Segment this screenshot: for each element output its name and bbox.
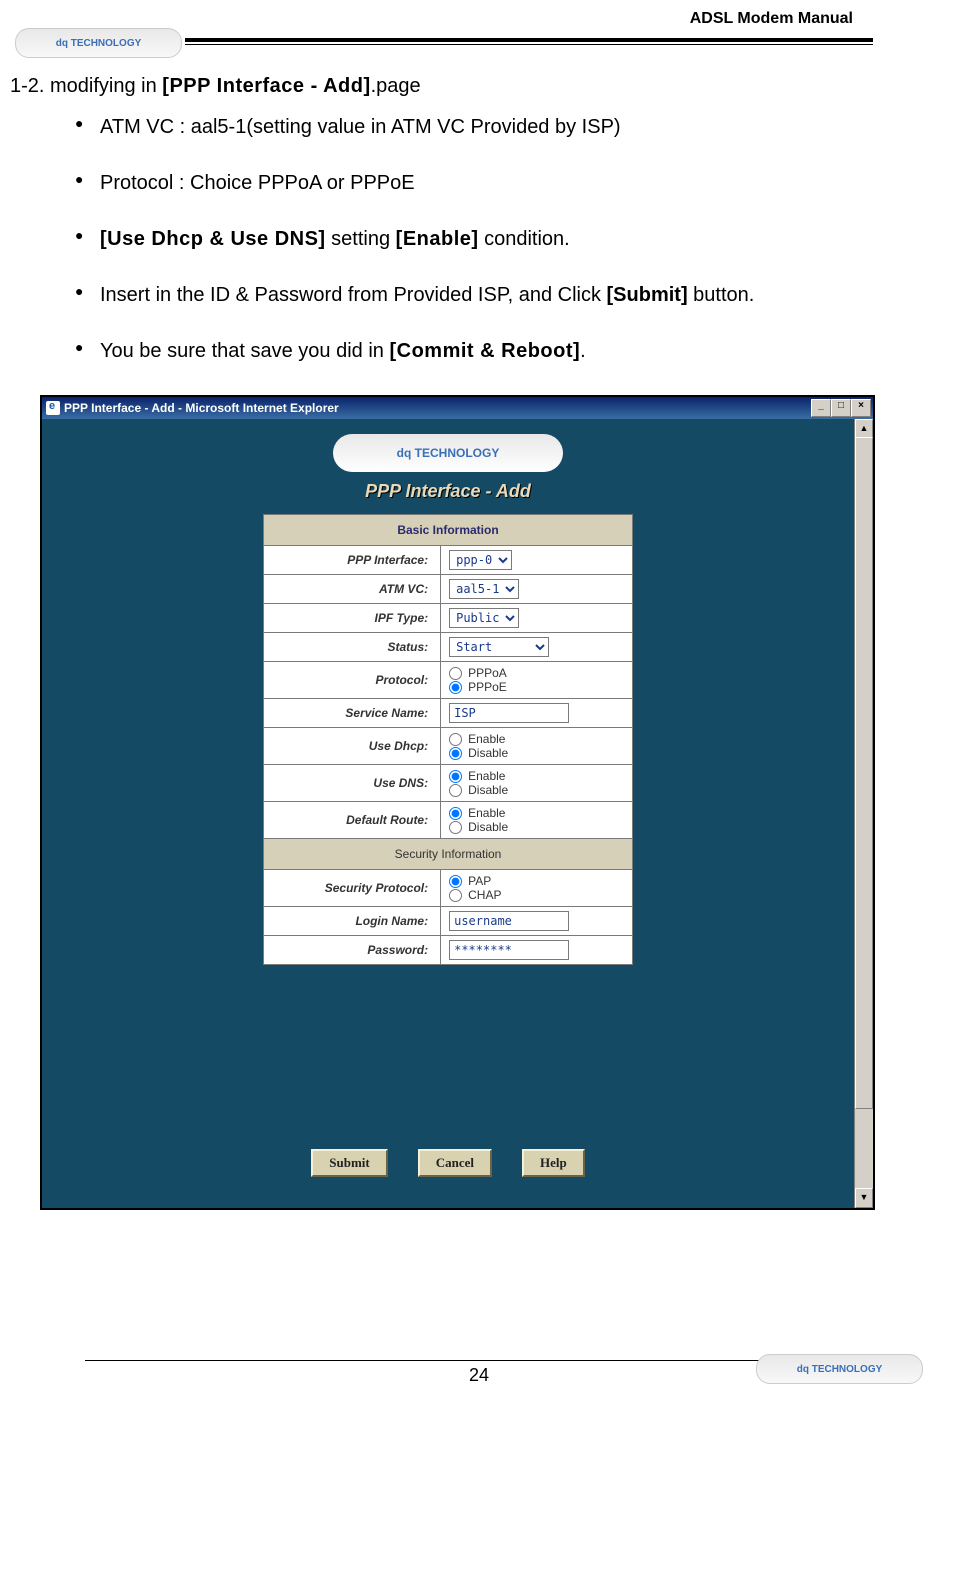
- login-name-input[interactable]: [449, 911, 569, 931]
- status-select[interactable]: Start: [449, 637, 549, 657]
- submit-button[interactable]: Submit: [311, 1149, 387, 1177]
- radio-label: Disable: [468, 820, 508, 834]
- embedded-screenshot: PPP Interface - Add - Microsoft Internet…: [40, 395, 875, 1210]
- default-route-enable-radio[interactable]: [449, 807, 462, 820]
- brand-logo-page: dq TECHNOLOGY: [333, 434, 563, 472]
- list-item: Insert in the ID & Password from Provide…: [75, 276, 853, 314]
- label-status: Status:: [264, 633, 441, 662]
- sec-chap-radio[interactable]: [449, 889, 462, 902]
- protocol-pppoa-radio[interactable]: [449, 667, 462, 680]
- step-bold: [PPP Interface - Add]: [162, 75, 370, 97]
- use-dhcp-enable-radio[interactable]: [449, 733, 462, 746]
- bullet-bold: [Use Dhcp & Use DNS]: [100, 228, 326, 250]
- form-page-title: PPP Interface - Add: [42, 481, 854, 502]
- cancel-button[interactable]: Cancel: [418, 1149, 492, 1177]
- protocol-pppoe-radio[interactable]: [449, 681, 462, 694]
- service-name-input[interactable]: [449, 703, 569, 723]
- vertical-scrollbar[interactable]: ▲ ▼: [854, 419, 873, 1208]
- scroll-up-icon[interactable]: ▲: [855, 419, 873, 439]
- label-password: Password:: [264, 936, 441, 965]
- use-dhcp-disable-radio[interactable]: [449, 747, 462, 760]
- maximize-button[interactable]: □: [831, 399, 851, 417]
- radio-label: Enable: [468, 769, 505, 783]
- scroll-thumb[interactable]: [855, 437, 873, 1109]
- page-footer: 24: [85, 1360, 873, 1386]
- label-use-dns: Use DNS:: [264, 765, 441, 802]
- ie-icon: [46, 401, 60, 415]
- atm-vc-select[interactable]: aal5-1: [449, 579, 519, 599]
- bullet-text: button.: [693, 284, 754, 306]
- radio-label: Disable: [468, 746, 508, 760]
- window-titlebar: PPP Interface - Add - Microsoft Internet…: [42, 397, 873, 419]
- brand-logo-top: dq TECHNOLOGY: [15, 28, 182, 58]
- radio-label: PPPoE: [468, 680, 507, 694]
- config-form-table: Basic Information PPP Interface: ppp-0 A…: [263, 514, 633, 965]
- label-ppp-interface: PPP Interface:: [264, 546, 441, 575]
- bullet-list: ATM VC : aal5-1(setting value in ATM VC …: [10, 108, 853, 370]
- minimize-button[interactable]: _: [811, 399, 831, 417]
- brand-logo-bottom: dq TECHNOLOGY: [756, 1354, 923, 1384]
- bullet-text: .: [580, 340, 586, 362]
- radio-label: CHAP: [468, 888, 501, 902]
- manual-title: ADSL Modem Manual: [5, 10, 873, 28]
- header-rule: [185, 38, 873, 45]
- bullet-bold: [Submit]: [607, 284, 688, 306]
- help-button[interactable]: Help: [522, 1149, 585, 1177]
- label-login-name: Login Name:: [264, 907, 441, 936]
- label-security-protocol: Security Protocol:: [264, 870, 441, 907]
- radio-label: Disable: [468, 783, 508, 797]
- radio-label: PAP: [468, 874, 491, 888]
- form-button-row: Submit Cancel Help: [42, 1149, 854, 1177]
- radio-label: Enable: [468, 732, 505, 746]
- default-route-disable-radio[interactable]: [449, 821, 462, 834]
- window-controls: _ □ ×: [811, 399, 871, 417]
- bullet-bold: [Commit & Reboot]: [389, 340, 580, 362]
- sec-pap-radio[interactable]: [449, 875, 462, 888]
- list-item: [Use Dhcp & Use DNS] setting [Enable] co…: [75, 220, 853, 258]
- password-input[interactable]: [449, 940, 569, 960]
- list-item: ATM VC : aal5-1(setting value in ATM VC …: [75, 108, 853, 146]
- bullet-text: Protocol : Choice PPPoA or PPPoE: [100, 172, 415, 194]
- window-title: PPP Interface - Add - Microsoft Internet…: [64, 401, 339, 415]
- section-basic-info: Basic Information: [264, 515, 633, 546]
- page-number: 24: [469, 1365, 489, 1385]
- step-suffix: .page: [371, 75, 421, 97]
- document-body: 1-2. modifying in [PPP Interface - Add].…: [5, 75, 873, 1210]
- use-dns-disable-radio[interactable]: [449, 784, 462, 797]
- label-atm-vc: ATM VC:: [264, 575, 441, 604]
- ipf-type-select[interactable]: Public: [449, 608, 519, 628]
- bullet-bold: [Enable]: [396, 228, 479, 250]
- label-protocol: Protocol:: [264, 662, 441, 699]
- use-dns-enable-radio[interactable]: [449, 770, 462, 783]
- radio-label: PPPoA: [468, 666, 507, 680]
- bullet-text: setting: [326, 228, 396, 250]
- step-prefix: 1-2. modifying in: [10, 75, 162, 97]
- list-item: You be sure that save you did in [Commit…: [75, 332, 853, 370]
- label-use-dhcp: Use Dhcp:: [264, 728, 441, 765]
- list-item: Protocol : Choice PPPoA or PPPoE: [75, 164, 853, 202]
- ppp-interface-select[interactable]: ppp-0: [449, 550, 512, 570]
- bullet-text: Insert in the ID & Password from Provide…: [100, 284, 607, 306]
- close-button[interactable]: ×: [851, 399, 871, 417]
- bullet-text: condition.: [479, 228, 570, 250]
- scroll-down-icon[interactable]: ▼: [855, 1188, 873, 1208]
- label-default-route: Default Route:: [264, 802, 441, 839]
- bullet-text: You be sure that save you did in: [100, 340, 389, 362]
- page-header: ADSL Modem Manual dq TECHNOLOGY: [5, 10, 873, 45]
- label-ipf-type: IPF Type:: [264, 604, 441, 633]
- label-service-name: Service Name:: [264, 699, 441, 728]
- section-security-info: Security Information: [264, 839, 633, 870]
- bullet-text: ATM VC : aal5-1(setting value in ATM VC …: [100, 116, 621, 138]
- step-heading: 1-2. modifying in [PPP Interface - Add].…: [10, 75, 853, 98]
- radio-label: Enable: [468, 806, 505, 820]
